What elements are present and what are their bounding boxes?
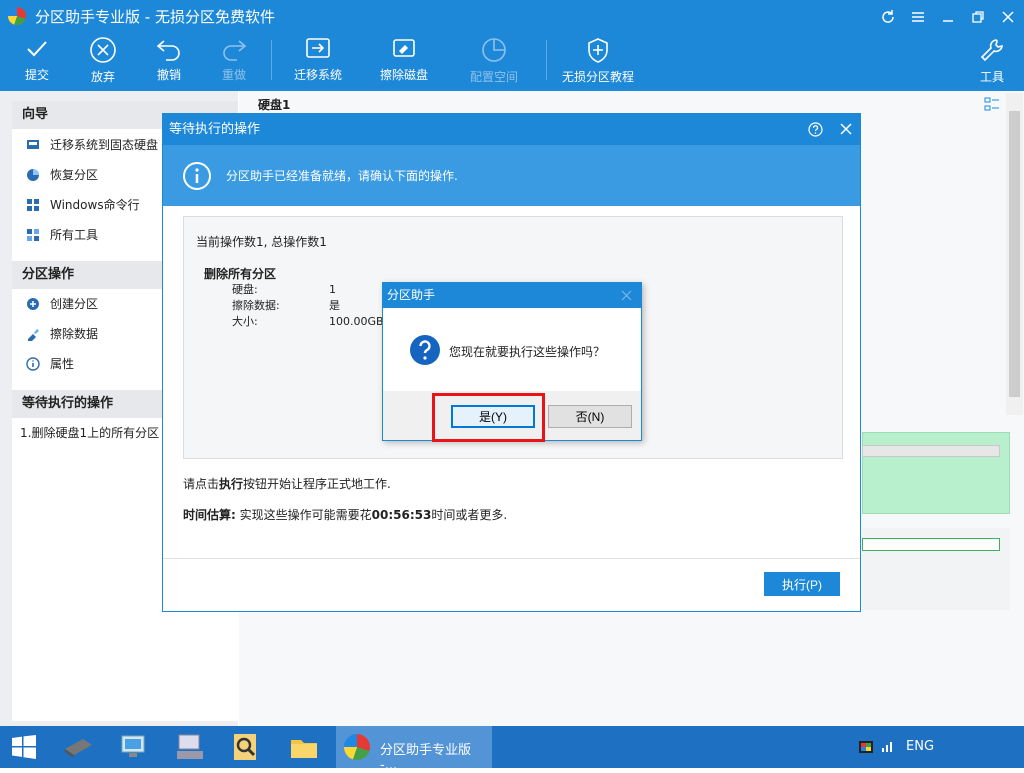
- menu-icon[interactable]: [907, 6, 929, 28]
- help-icon[interactable]: [808, 122, 823, 137]
- minimize-icon[interactable]: [937, 6, 959, 28]
- execute-hint: 请点击执行按钮开始让程序正式地工作.: [183, 477, 391, 491]
- dialog-banner: 分区助手已经准备就绪，请确认下面的操作.: [163, 145, 860, 206]
- migrate-system-icon: [306, 38, 330, 58]
- dialog-footer-divider: [163, 558, 860, 559]
- confirm-close-icon[interactable]: [621, 290, 632, 301]
- title-bar: 分区助手专业版 - 无损分区免费软件: [0, 0, 1024, 32]
- op-details-values: 1 是 100.00GB: [329, 283, 384, 328]
- wipe-disk-button[interactable]: 擦除磁盘: [376, 36, 432, 88]
- app-taskbar-icon: [344, 734, 370, 760]
- dialog-title: 等待执行的操作: [169, 122, 261, 137]
- taskbar: 分区助手专业版 -... ENG: [0, 726, 1024, 773]
- allocate-space-button[interactable]: 配置空间: [466, 36, 522, 88]
- redo-icon: [223, 40, 247, 61]
- discard-button[interactable]: 放弃: [80, 36, 126, 88]
- check-icon: [27, 41, 47, 57]
- dialog-close-icon[interactable]: [839, 122, 853, 136]
- banner-text: 分区助手已经准备就绪，请确认下面的操作.: [226, 169, 458, 183]
- scrollbar-thumb[interactable]: [1009, 111, 1020, 397]
- confirm-body: 您现在就要执行这些操作吗？: [383, 308, 641, 391]
- restore-icon[interactable]: [967, 6, 989, 28]
- close-circle-icon: [90, 37, 116, 63]
- all-tools-icon: [27, 229, 39, 241]
- taskbar-search-icon[interactable]: [230, 731, 262, 763]
- recover-partition-icon: [27, 169, 39, 181]
- time-estimate: 时间估算: 实现这些操作可能需要花00:56:53时间或者更多.: [183, 508, 508, 522]
- vertical-scrollbar[interactable]: [1006, 93, 1023, 415]
- op-title: 删除所有分区: [204, 267, 277, 281]
- migrate-system-button[interactable]: 迁移系统: [290, 36, 346, 88]
- redo-button[interactable]: 重做: [211, 36, 257, 88]
- windows-start-icon: [12, 735, 36, 759]
- shield-icon: [588, 38, 608, 63]
- execute-button[interactable]: 执行(P): [764, 572, 840, 596]
- question-icon: [410, 335, 440, 365]
- start-button[interactable]: [8, 731, 40, 763]
- undo-button[interactable]: 撤销: [146, 36, 192, 88]
- info-icon: [26, 357, 40, 371]
- language-indicator[interactable]: ENG: [906, 739, 934, 754]
- wipe-disk-icon: [393, 39, 415, 57]
- toolbar-divider: [546, 40, 547, 80]
- tutorial-button[interactable]: 无损分区教程: [558, 36, 638, 88]
- undo-icon: [156, 40, 180, 61]
- wrench-icon: [980, 39, 1003, 62]
- submit-button[interactable]: 提交: [14, 36, 60, 88]
- no-button[interactable]: 否(N): [548, 405, 632, 428]
- app-logo-icon: [8, 7, 26, 25]
- confirm-title: 分区助手: [387, 288, 436, 302]
- confirm-message: 您现在就要执行这些操作吗？: [449, 345, 606, 359]
- input-method-icon[interactable]: [858, 740, 874, 754]
- wipe-data-icon: [28, 329, 39, 341]
- migrate-ssd-icon: [27, 140, 39, 149]
- window-title: 分区助手专业版 - 无损分区免费软件: [35, 8, 275, 26]
- partition-usage-bar: [862, 445, 1000, 457]
- toolbar-divider: [271, 40, 272, 80]
- taskbar-hardware-icon[interactable]: [62, 731, 94, 763]
- view-toggle-icon[interactable]: [984, 97, 1000, 113]
- partition-usage-bar-2: [862, 538, 1000, 551]
- op-details-keys: 硬盘: 擦除数据: 大小:: [232, 283, 280, 328]
- windows-icon: [27, 199, 39, 211]
- tools-button[interactable]: 工具: [970, 36, 1014, 88]
- taskbar-computer-icon[interactable]: [118, 731, 150, 763]
- close-icon[interactable]: [997, 6, 1019, 28]
- taskbar-keyboard-icon[interactable]: [174, 731, 206, 763]
- allocate-space-icon: [482, 38, 506, 62]
- create-partition-icon: [27, 298, 39, 310]
- dialog-title-bar: 等待执行的操作: [163, 114, 860, 145]
- taskbar-active-app[interactable]: 分区助手专业版 -...: [336, 726, 492, 773]
- confirm-title-bar: 分区助手: [383, 283, 641, 308]
- op-count: 当前操作数1, 总操作数1: [196, 235, 327, 249]
- info-circle-icon: [183, 162, 211, 190]
- keyboard-layout-icon[interactable]: [880, 740, 896, 754]
- refresh-icon[interactable]: [877, 6, 899, 28]
- disk-label: 硬盘1: [258, 98, 291, 112]
- app-header: 分区助手专业版 - 无损分区免费软件 提交 放弃 撤销 重做 迁移系统 擦除磁盘…: [0, 0, 1024, 91]
- highlight-box: [432, 393, 545, 442]
- taskbar-folder-icon[interactable]: [288, 731, 320, 763]
